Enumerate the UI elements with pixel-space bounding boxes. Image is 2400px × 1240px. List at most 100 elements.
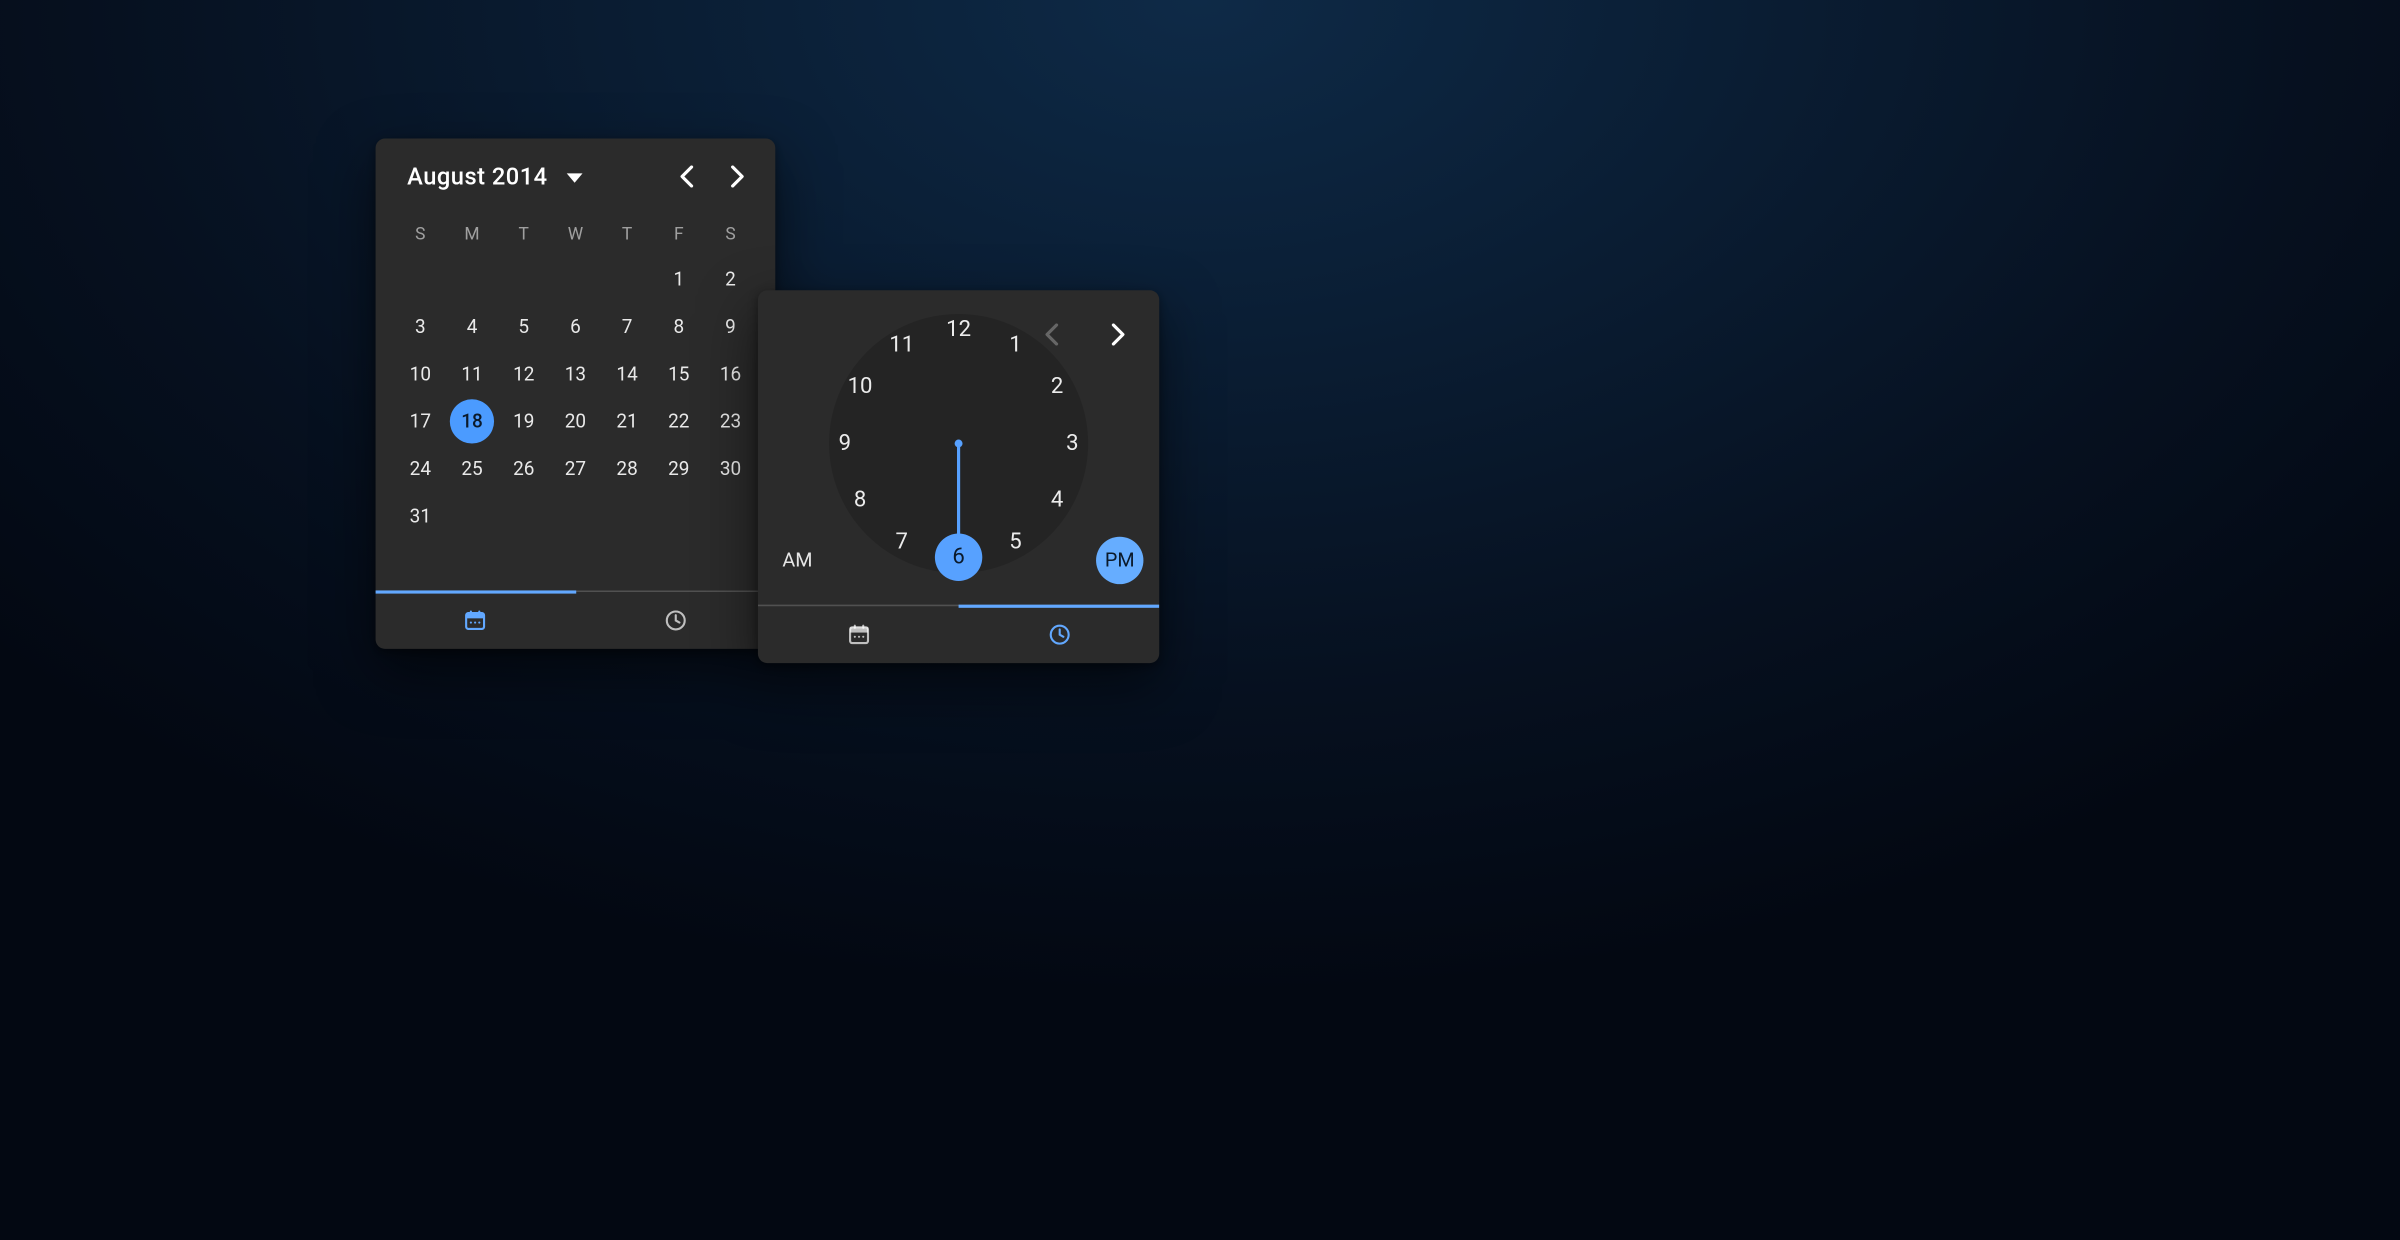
calendar-day[interactable]: 11: [446, 350, 498, 397]
calendar-day[interactable]: 6: [550, 303, 602, 350]
calendar-day-number: 17: [410, 410, 431, 432]
calendar-day-number: 20: [565, 410, 586, 432]
clock-hour[interactable]: 12: [935, 305, 982, 352]
prev-month-button[interactable]: [662, 151, 713, 202]
calendar-day-number: 19: [513, 410, 534, 432]
calendar-day-empty: [601, 255, 653, 302]
clock-hour[interactable]: 3: [1049, 419, 1096, 466]
calendar-day-empty: [395, 255, 447, 302]
calendar-day-number: 11: [461, 363, 482, 385]
calendar-day-number: 29: [668, 458, 689, 480]
clock-hour[interactable]: 5: [992, 518, 1039, 565]
weekday-label: T: [498, 218, 550, 253]
calendar-day[interactable]: 2: [705, 255, 757, 302]
weekday-label: S: [705, 218, 757, 253]
calendar-day-number: 6: [570, 316, 581, 338]
calendar-day[interactable]: 30: [705, 445, 757, 492]
calendar-day[interactable]: 27: [550, 445, 602, 492]
next-month-button[interactable]: [712, 151, 763, 202]
calendar-icon: [846, 622, 871, 647]
clock-center-dot: [955, 439, 963, 447]
calendar-day-number: 1: [673, 268, 684, 290]
calendar-day[interactable]: 4: [446, 303, 498, 350]
chevron-right-icon: [1110, 323, 1126, 345]
clock-hour[interactable]: 11: [878, 320, 925, 367]
calendar-day[interactable]: 14: [601, 350, 653, 397]
clock-hour[interactable]: 6: [935, 533, 982, 580]
calendar-day[interactable]: 21: [601, 398, 653, 445]
calendar-day[interactable]: 5: [498, 303, 550, 350]
date-picker-header: August 2014: [376, 139, 776, 215]
tab-date[interactable]: [376, 592, 576, 649]
tab-date[interactable]: [758, 606, 959, 663]
weekday-label: F: [653, 218, 705, 253]
clock-hour[interactable]: 4: [1033, 476, 1080, 523]
calendar-day-number: 15: [668, 363, 689, 385]
calendar-day-number: 28: [616, 458, 637, 480]
clock-hour[interactable]: 1: [992, 320, 1039, 367]
calendar-day[interactable]: 23: [705, 398, 757, 445]
calendar-icon: [463, 608, 488, 633]
calendar-day[interactable]: 3: [395, 303, 447, 350]
calendar-day[interactable]: 12: [498, 350, 550, 397]
calendar-day-number: 27: [565, 458, 586, 480]
calendar-day[interactable]: 9: [705, 303, 757, 350]
calendar-day-number: 26: [513, 458, 534, 480]
calendar-day[interactable]: 28: [601, 445, 653, 492]
calendar-day-number: 18: [450, 399, 494, 443]
am-button[interactable]: AM: [774, 537, 821, 584]
tab-time[interactable]: [959, 606, 1160, 663]
calendar-day-number: 5: [518, 316, 529, 338]
calendar-day[interactable]: 29: [653, 445, 705, 492]
weekday-label: M: [446, 218, 498, 253]
calendar-day-number: 7: [622, 316, 633, 338]
weekday-header-row: SMTWTFS: [376, 218, 776, 253]
calendar-day-number: 13: [565, 363, 586, 385]
calendar-day-number: 31: [410, 505, 431, 527]
calendar-day[interactable]: 13: [550, 350, 602, 397]
clock-hour[interactable]: 8: [836, 476, 883, 523]
clock-hour[interactable]: 10: [836, 362, 883, 409]
calendar-day[interactable]: 15: [653, 350, 705, 397]
calendar-days-grid: 1234567891011121314151617181920212223242…: [376, 255, 776, 539]
calendar-day-number: 14: [616, 363, 637, 385]
calendar-day[interactable]: 8: [653, 303, 705, 350]
calendar-day[interactable]: 22: [653, 398, 705, 445]
pm-button[interactable]: PM: [1096, 537, 1143, 584]
chevron-left-icon: [679, 165, 695, 187]
calendar-day[interactable]: 18: [446, 398, 498, 445]
calendar-day[interactable]: 25: [446, 445, 498, 492]
calendar-day[interactable]: 26: [498, 445, 550, 492]
calendar-day[interactable]: 10: [395, 350, 447, 397]
calendar-day[interactable]: 1: [653, 255, 705, 302]
calendar-day-number: 3: [415, 316, 426, 338]
calendar-day-number: 25: [461, 458, 482, 480]
tab-time[interactable]: [575, 592, 775, 649]
dropdown-arrow-icon[interactable]: [567, 173, 583, 182]
calendar-day-number: 24: [410, 458, 431, 480]
calendar-day[interactable]: 24: [395, 445, 447, 492]
month-year-label: August 2014: [407, 162, 547, 190]
calendar-day[interactable]: 31: [395, 492, 447, 539]
clock-icon: [1046, 622, 1071, 647]
clock-hand: [957, 443, 960, 547]
clock-hour[interactable]: 7: [878, 518, 925, 565]
calendar-day-number: 23: [720, 410, 741, 432]
calendar-day[interactable]: 16: [705, 350, 757, 397]
calendar-day[interactable]: 20: [550, 398, 602, 445]
calendar-day-number: 10: [410, 363, 431, 385]
calendar-day-empty: [498, 255, 550, 302]
time-picker-body: 121234567891011 AM PM: [758, 290, 1159, 604]
calendar-day-number: 2: [725, 268, 736, 290]
calendar-day-number: 21: [616, 410, 637, 432]
clock-hour[interactable]: 9: [821, 419, 868, 466]
calendar-day[interactable]: 19: [498, 398, 550, 445]
weekday-label: S: [395, 218, 447, 253]
calendar-day[interactable]: 17: [395, 398, 447, 445]
time-next-button[interactable]: [1093, 309, 1144, 360]
clock-hour[interactable]: 2: [1033, 362, 1080, 409]
calendar-day-number: 12: [513, 363, 534, 385]
time-picker-tabs: [758, 605, 1159, 663]
calendar-day-empty: [446, 255, 498, 302]
calendar-day[interactable]: 7: [601, 303, 653, 350]
